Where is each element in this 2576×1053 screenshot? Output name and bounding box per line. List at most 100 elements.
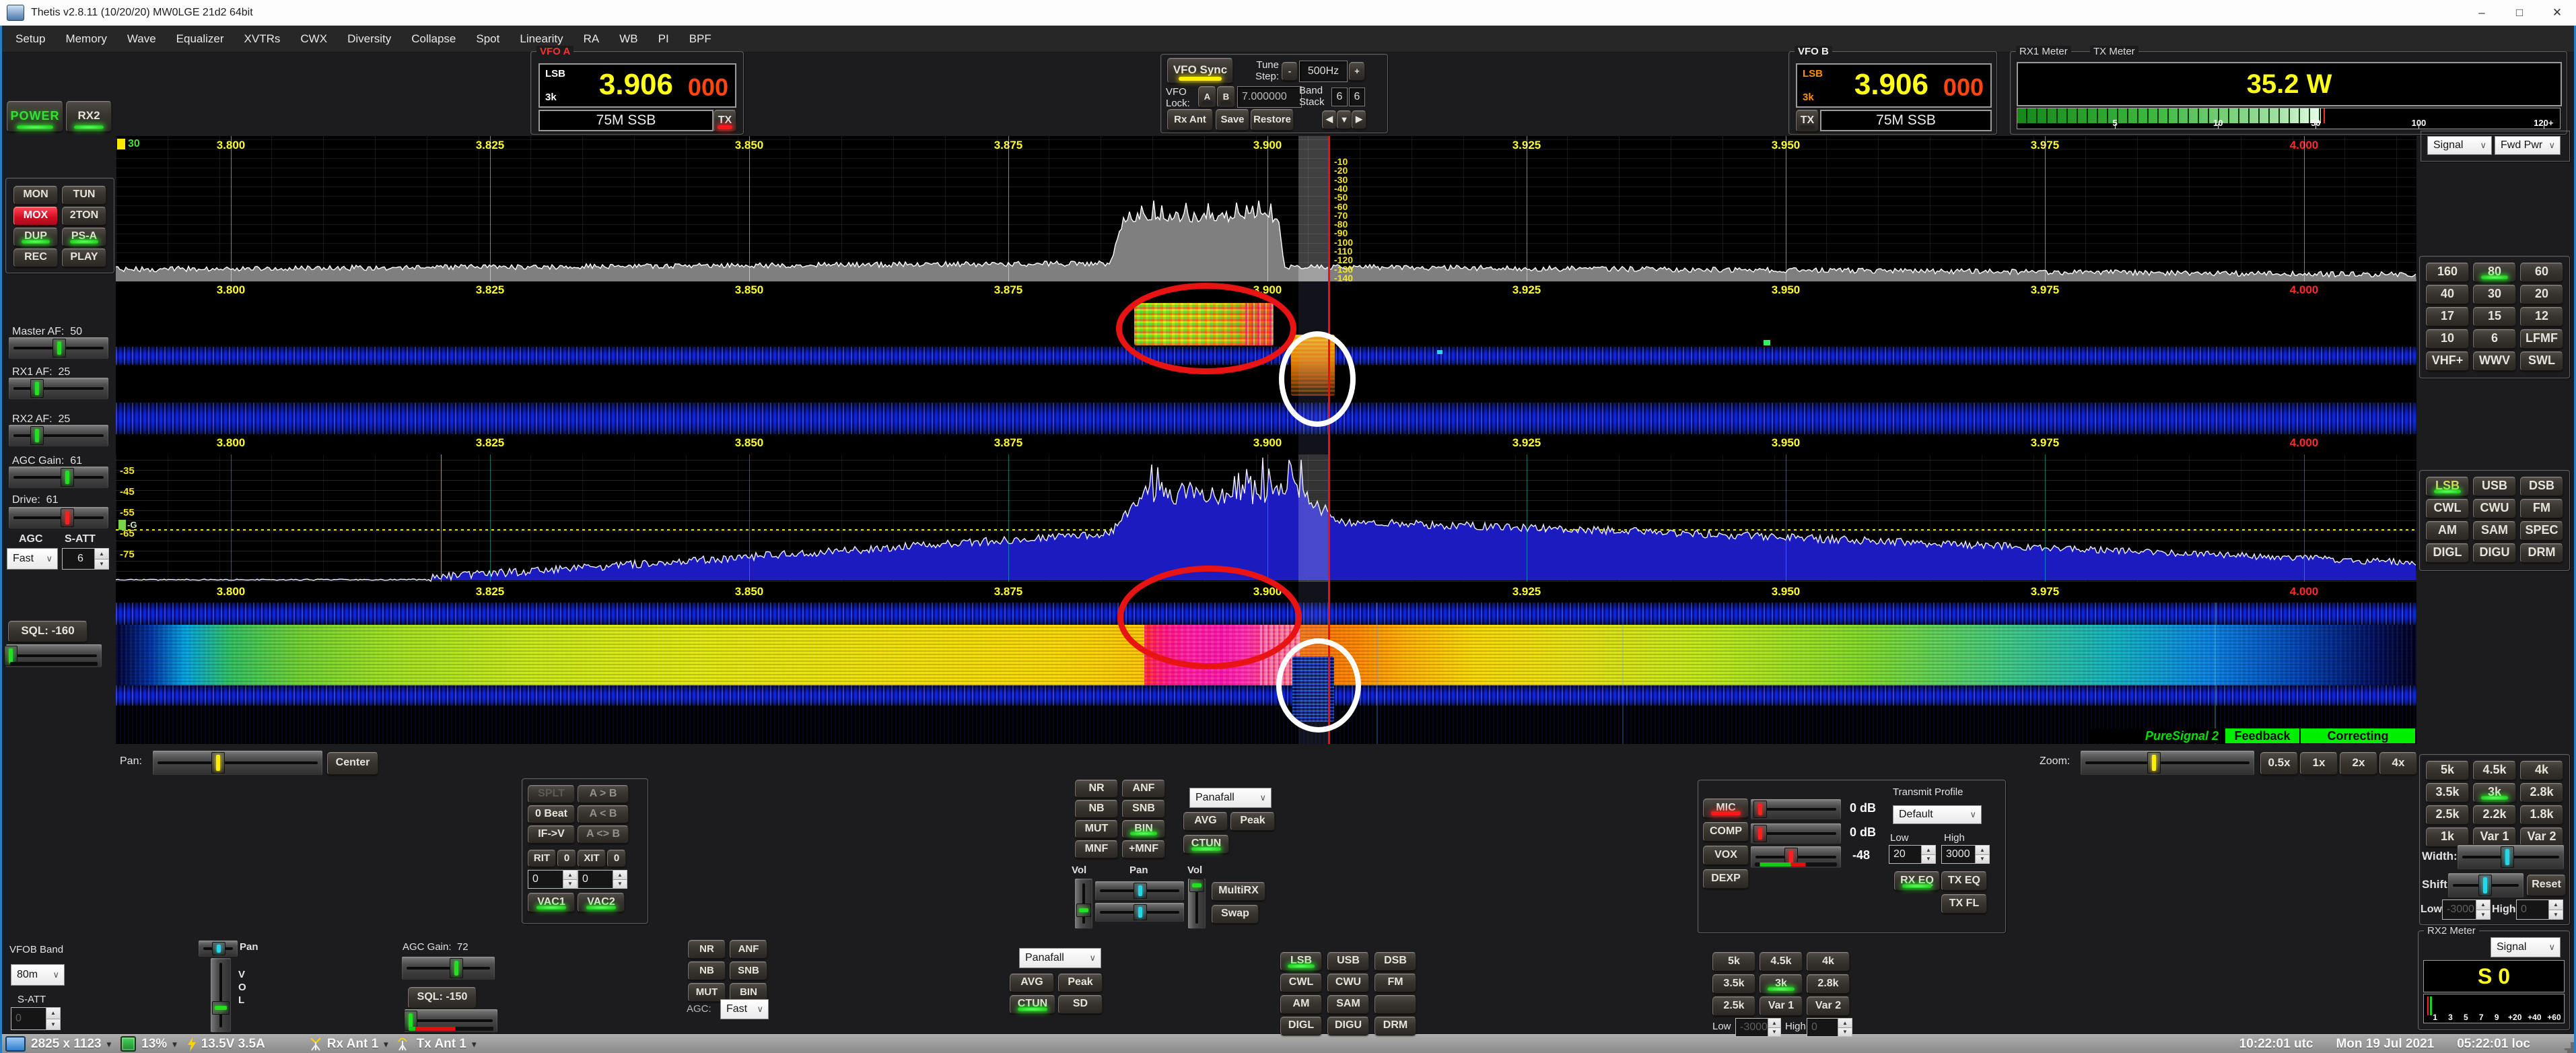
band-button-10[interactable]: 10	[2426, 329, 2469, 349]
rx1-display-mode-select[interactable]: Panafall∨	[1189, 788, 1272, 808]
agc-gain-slider-thumb[interactable]	[61, 468, 74, 487]
rx2-filter-button-3k[interactable]: 3k	[1760, 974, 1803, 994]
rx2-avg-button[interactable]: AVG	[1010, 974, 1054, 992]
menu-item-pi[interactable]: PI	[648, 26, 679, 53]
filter-button-3.5k[interactable]: 3.5k	[2426, 783, 2469, 803]
rx2-agc-gain-slider[interactable]	[401, 956, 495, 980]
satt-spinner[interactable]: 6▲▼	[62, 548, 109, 570]
multirx-button[interactable]: MultiRX	[1212, 882, 1265, 901]
mode-button-cwu[interactable]: CWU	[2473, 499, 2516, 518]
display-pan-slider-thumb[interactable]	[211, 752, 225, 774]
rx2-vol-slider[interactable]	[210, 957, 232, 1033]
mode-button-digu[interactable]: DIGU	[2473, 543, 2516, 563]
zoom-1x-button[interactable]: 1x	[2300, 752, 2338, 775]
rx2-sd-button[interactable]: SD	[1058, 995, 1103, 1014]
mode-button-digl[interactable]: DIGL	[2426, 543, 2469, 563]
rx1-af-slider-thumb[interactable]	[30, 379, 44, 398]
menu-item-wave[interactable]: Wave	[117, 26, 166, 53]
rx-ant-item[interactable]: Rx Ant 1▾	[308, 1037, 388, 1052]
tx-meter-select[interactable]: Fwd Pwr∨	[2495, 136, 2561, 155]
center-button[interactable]: Center	[327, 752, 378, 775]
menu-item-equalizer[interactable]: Equalizer	[166, 26, 234, 53]
menu-item-wb[interactable]: WB	[609, 26, 648, 53]
rx2-meter-select[interactable]: Signal∨	[2491, 937, 2561, 957]
master-af-slider-thumb[interactable]	[53, 339, 66, 358]
rx2-peak-button[interactable]: Peak	[1058, 974, 1103, 992]
shift-slider-thumb[interactable]	[2478, 875, 2492, 896]
band-button-wwv[interactable]: WWV	[2473, 351, 2516, 371]
rx2-dsp-button-snb[interactable]: SNB	[730, 961, 767, 980]
menu-item-spot[interactable]: Spot	[466, 26, 510, 53]
agc-gain-slider[interactable]	[8, 466, 109, 489]
band-button-vhf+[interactable]: VHF+	[2426, 351, 2469, 371]
band-button-15[interactable]: 15	[2473, 307, 2516, 327]
tx-button-mon[interactable]: MON	[13, 186, 58, 205]
rx1-dsp-button-nb[interactable]: NB	[1075, 800, 1118, 818]
filter-button-2.5k[interactable]: 2.5k	[2426, 805, 2469, 825]
band-prev-button[interactable]: ◀	[1322, 110, 1337, 129]
rx1-vol-slider-thumb[interactable]	[1076, 904, 1091, 917]
mic-gain-slider-thumb[interactable]	[1753, 801, 1767, 818]
rx1-pan-slider-2-thumb[interactable]	[1134, 904, 1147, 920]
rx2-mode-button-usb[interactable]: USB	[1327, 952, 1369, 971]
rx2-mode-button-cwu[interactable]: CWU	[1327, 974, 1369, 992]
band-button-40[interactable]: 40	[2426, 285, 2469, 304]
zero-beat-button[interactable]: 0 Beat	[528, 805, 575, 823]
filter-button-5k[interactable]: 5k	[2426, 761, 2469, 780]
vfo-a-frequency-display[interactable]: LSB 3k 3.906 000	[538, 63, 736, 108]
rx2-power-button[interactable]: RX2	[66, 101, 112, 132]
band-button-swl[interactable]: SWL	[2520, 351, 2563, 371]
drive-slider-thumb[interactable]	[61, 508, 74, 527]
xit-spinner[interactable]: 0▲▼	[578, 870, 627, 889]
mode-button-drm[interactable]: DRM	[2520, 543, 2563, 563]
rx1-dsp-button-nr[interactable]: NR	[1075, 780, 1118, 798]
if-to-vfo-button[interactable]: IF->V	[528, 825, 575, 844]
rx1-dsp-button-bin[interactable]: BIN	[1122, 820, 1165, 838]
vfo-lock-b-button[interactable]: B	[1217, 86, 1235, 108]
mic-button[interactable]: MIC	[1703, 799, 1749, 818]
menu-item-collapse[interactable]: Collapse	[401, 26, 466, 53]
rx2-high-spinner[interactable]: 0▲▼	[1807, 1018, 1852, 1037]
rx1-pan-slider-1[interactable]	[1094, 881, 1185, 901]
rx2-pan-mini-slider[interactable]	[198, 940, 238, 957]
tx-button-tun[interactable]: TUN	[62, 186, 106, 205]
vfo-b-frequency-display[interactable]: LSB 3k 3.906 000	[1796, 63, 1992, 108]
rx2-mode-button-dsb[interactable]: DSB	[1374, 952, 1416, 971]
filter-high-spinner[interactable]: 0▲▼	[2516, 899, 2563, 920]
filter-button-2.2k[interactable]: 2.2k	[2473, 805, 2516, 825]
zoom-2x-button[interactable]: 2x	[2340, 752, 2377, 775]
rx2-filter-button-4.5k[interactable]: 4.5k	[1760, 952, 1803, 972]
rx2-filter-button-3.5k[interactable]: 3.5k	[1712, 974, 1755, 994]
mode-button-fm[interactable]: FM	[2520, 499, 2563, 518]
rx2-dsp-button-anf[interactable]: ANF	[730, 940, 767, 959]
rx1-pan-slider-1-thumb[interactable]	[1134, 883, 1147, 899]
band-button-6[interactable]: 6	[2473, 329, 2516, 349]
rx2-af-slider[interactable]	[8, 424, 109, 447]
shift-slider[interactable]	[2447, 873, 2524, 898]
filter-button-2.8k[interactable]: 2.8k	[2520, 783, 2563, 803]
mode-button-am[interactable]: AM	[2426, 521, 2469, 541]
vfo-a-band-mode-display[interactable]: 75M SSB	[538, 110, 713, 131]
rx2-mode-button-fm[interactable]: FM	[1374, 974, 1416, 992]
menu-item-xvtrs[interactable]: XVTRs	[234, 26, 291, 53]
rit-spinner[interactable]: 0▲▼	[528, 870, 578, 889]
tx-low-spinner[interactable]: 20▲▼	[1889, 845, 1936, 864]
band-button-20[interactable]: 20	[2520, 285, 2563, 304]
rx1-dsp-button-snb[interactable]: SNB	[1122, 800, 1165, 818]
band-button-160[interactable]: 160	[2426, 263, 2469, 282]
tune-step-plus-button[interactable]: +	[1349, 62, 1365, 81]
lock-frequency-value[interactable]: 7.000000	[1237, 86, 1302, 108]
rx1-sql-button[interactable]: SQL: -160	[8, 621, 88, 642]
rx2-filter-button-4k[interactable]: 4k	[1807, 952, 1850, 972]
filter-button-1.8k[interactable]: 1.8k	[2520, 805, 2563, 825]
rx2-filter-button-2.5k[interactable]: 2.5k	[1712, 996, 1755, 1016]
display-zoom-slider-thumb[interactable]	[2147, 752, 2161, 774]
resize-grip[interactable]	[2563, 1040, 2571, 1048]
vox-button[interactable]: VOX	[1703, 846, 1749, 865]
vfo-b-band-mode-display[interactable]: 75M SSB	[1820, 110, 1992, 131]
rx1-dsp-button-mnf[interactable]: MNF	[1075, 840, 1118, 858]
power-button[interactable]: POWER	[7, 101, 63, 132]
band-button-17[interactable]: 17	[2426, 307, 2469, 327]
tx-button-2ton[interactable]: 2TON	[62, 207, 106, 226]
rx2-mode-button-drm[interactable]: DRM	[1374, 1017, 1416, 1035]
